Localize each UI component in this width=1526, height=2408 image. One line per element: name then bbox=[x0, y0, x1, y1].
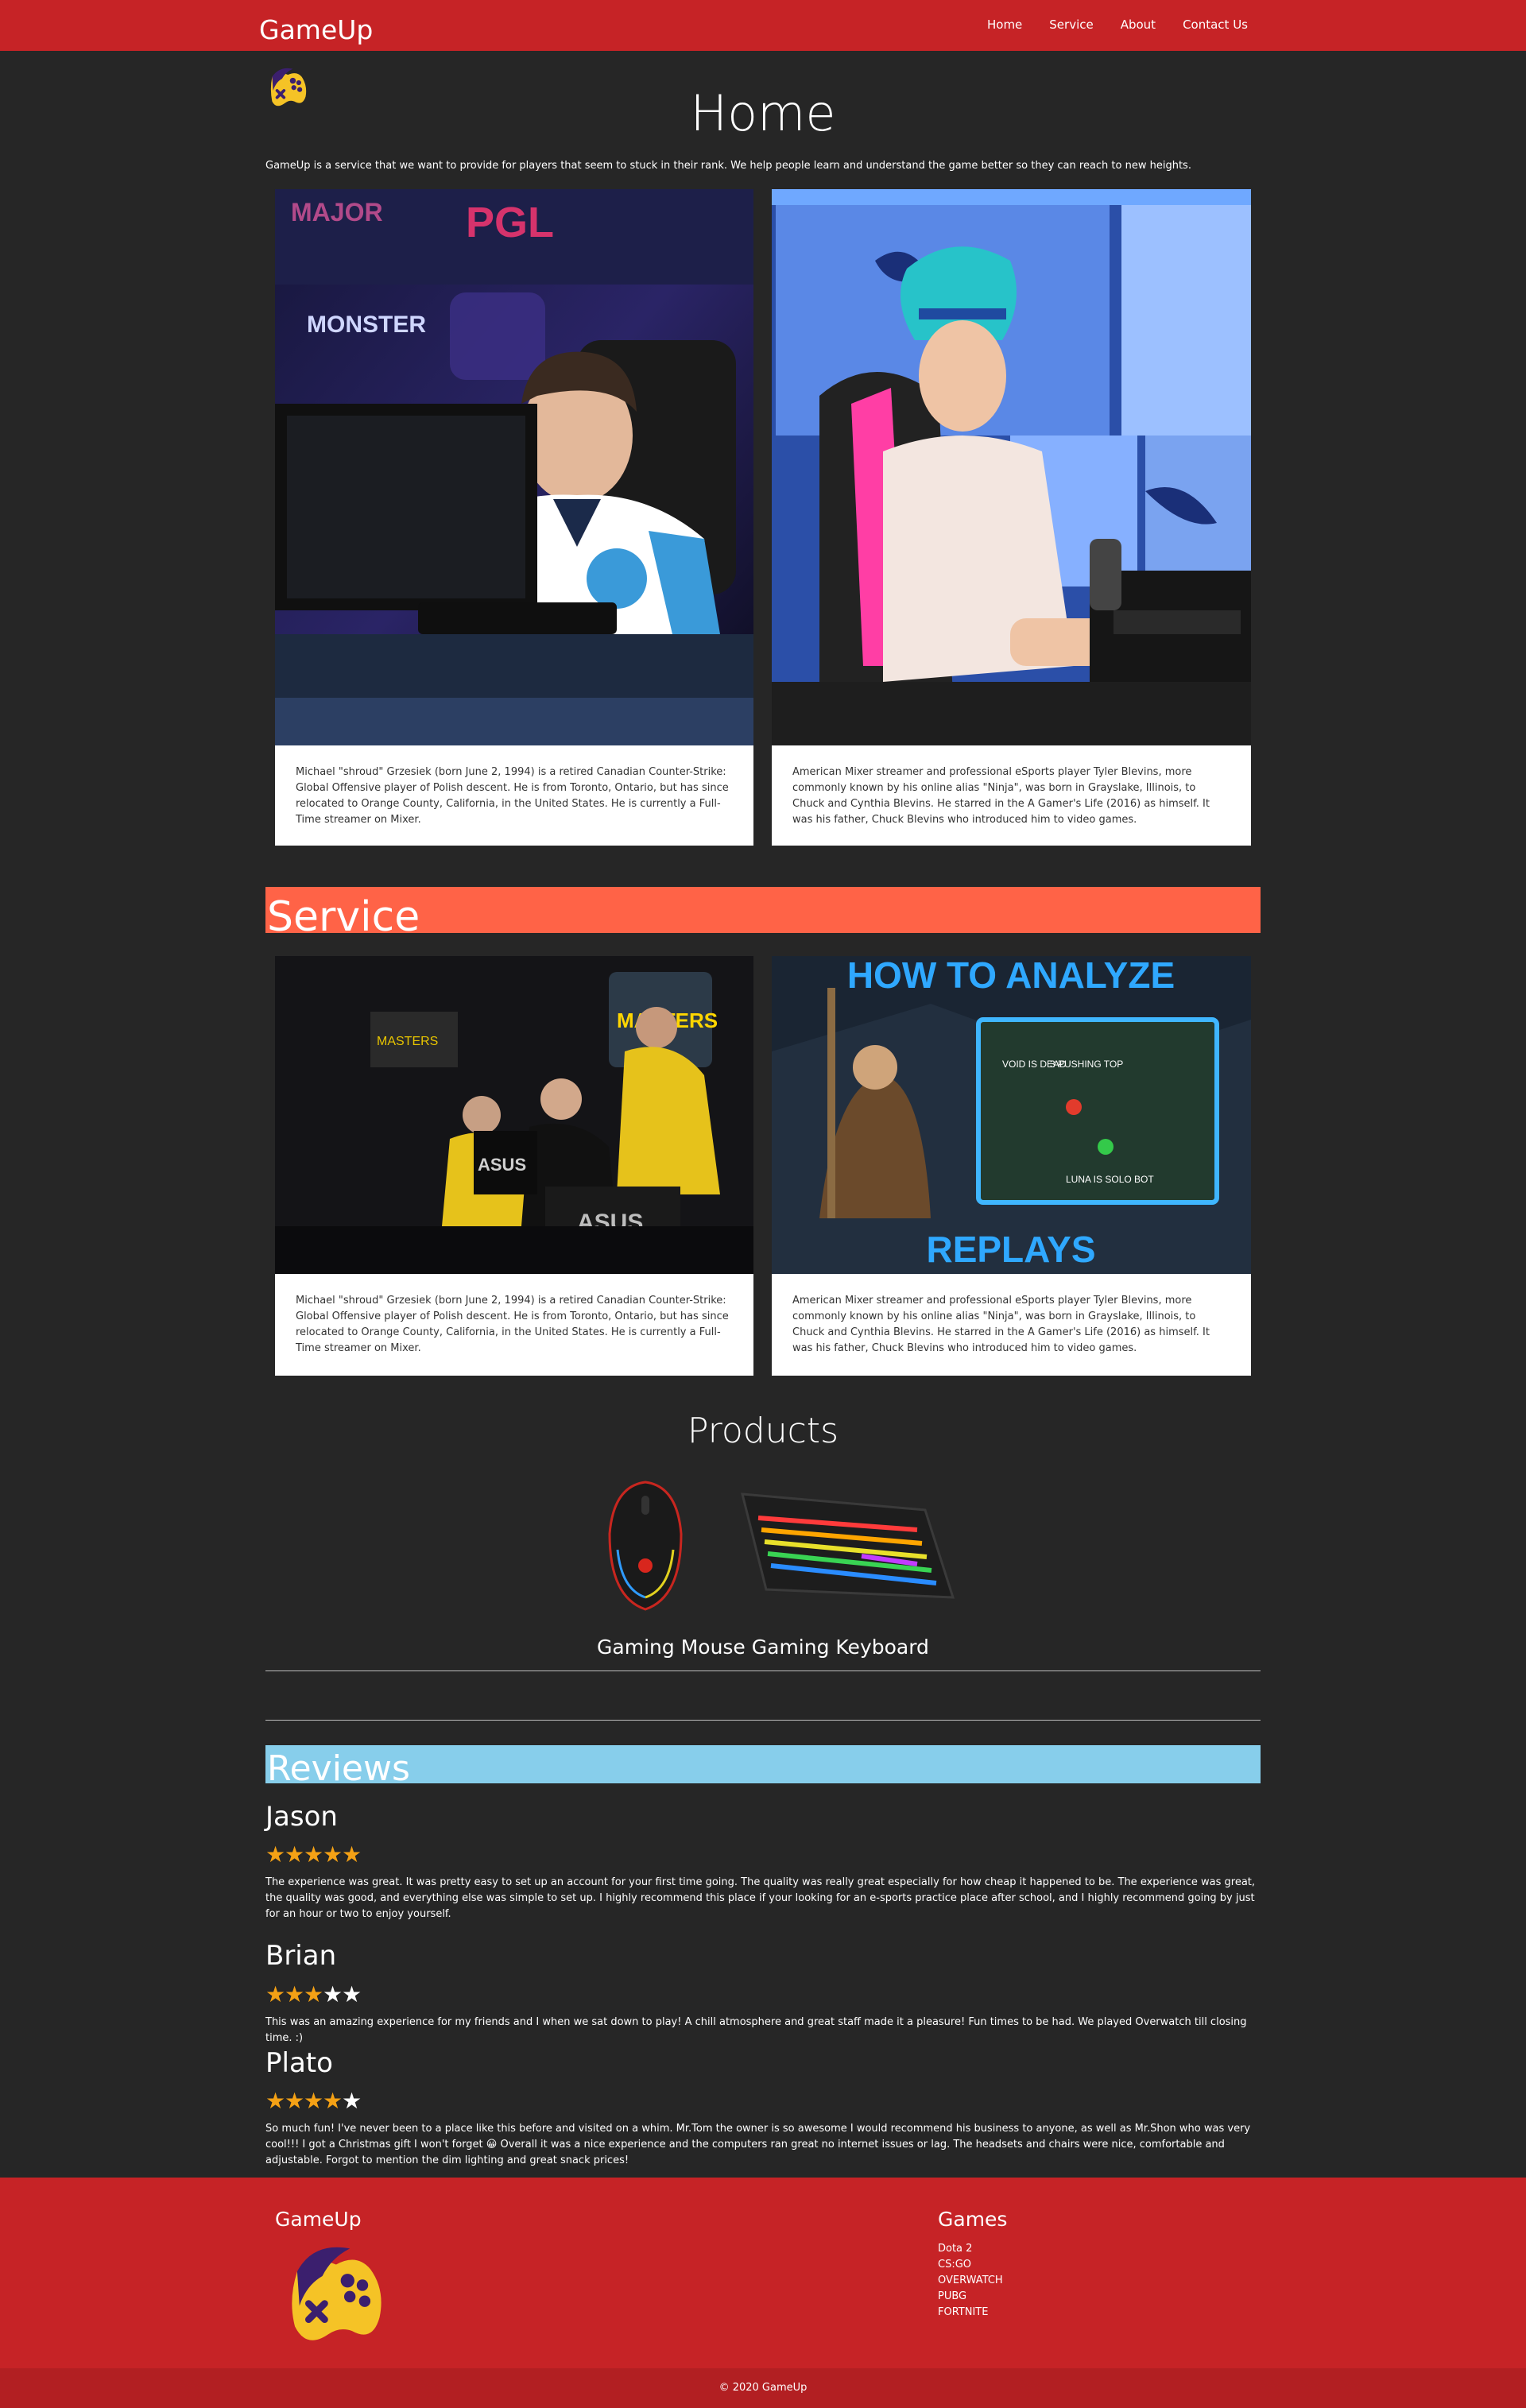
star-empty-icon: ★ bbox=[342, 2088, 362, 2114]
footer-game-link[interactable]: CS:GO bbox=[938, 2257, 1003, 2273]
ninja-description: American Mixer streamer and professional… bbox=[792, 766, 1210, 826]
svg-text:MAJOR: MAJOR bbox=[291, 198, 383, 226]
divider bbox=[265, 1720, 1261, 1721]
nav-about[interactable]: About bbox=[1121, 17, 1156, 32]
player-card-ninja: American Mixer streamer and professional… bbox=[772, 189, 1251, 846]
home-intro: GameUp is a service that we want to prov… bbox=[265, 160, 1191, 172]
service-card-2-description: American Mixer streamer and professional… bbox=[792, 1295, 1210, 1354]
star-filled-icon: ★ bbox=[304, 1981, 324, 2007]
svg-text:MONSTER: MONSTER bbox=[307, 312, 426, 338]
star-filled-icon: ★ bbox=[342, 1841, 362, 1868]
nav-service[interactable]: Service bbox=[1049, 17, 1093, 32]
home-title: Home bbox=[690, 84, 836, 142]
svg-text:PGL: PGL bbox=[466, 199, 554, 246]
star-rating: ★ ★ ★ ★ ★ bbox=[265, 1981, 362, 2007]
star-filled-icon: ★ bbox=[285, 1841, 305, 1868]
star-filled-icon: ★ bbox=[323, 2088, 343, 2114]
gaming-mouse-image[interactable] bbox=[602, 1478, 689, 1613]
star-filled-icon: ★ bbox=[304, 1841, 324, 1868]
star-filled-icon: ★ bbox=[285, 1981, 305, 2007]
star-empty-icon: ★ bbox=[323, 1981, 343, 2007]
star-filled-icon: ★ bbox=[265, 1841, 286, 1868]
service-card-replays: HOW TO ANALYZE VOID IS DEAD 3 PUSHING TO… bbox=[772, 956, 1251, 1376]
shroud-photo: MAJOR PGL MONSTER bbox=[275, 189, 753, 745]
footer-brand[interactable]: GameUp bbox=[275, 2208, 362, 2231]
svg-text:MASTERS: MASTERS bbox=[377, 1035, 438, 1048]
star-filled-icon: ★ bbox=[265, 2088, 286, 2114]
top-navbar: GameUp Home Service About Contact Us bbox=[0, 0, 1526, 51]
thumbnail-bottom-text: REPLAYS bbox=[926, 1229, 1095, 1270]
copyright: © 2020 GameUp bbox=[0, 2368, 1526, 2408]
footer-game-link[interactable]: FORTNITE bbox=[938, 2305, 1003, 2321]
gaming-keyboard-image[interactable] bbox=[734, 1486, 957, 1605]
footer-games-title: Games bbox=[938, 2208, 1008, 2231]
thumbnail-top-text: HOW TO ANALYZE bbox=[847, 956, 1175, 996]
reviews-section-header: Reviews bbox=[265, 1745, 1261, 1787]
thumbnail-label-pushing: 3 PUSHING TOP bbox=[1050, 1059, 1123, 1070]
review-author: Plato bbox=[265, 2047, 333, 2079]
service-card-1-description: Michael "shroud" Grzesiek (born June 2, … bbox=[296, 1295, 729, 1354]
reviews-title: Reviews bbox=[267, 1748, 410, 1789]
star-empty-icon: ★ bbox=[342, 1981, 362, 2007]
gamepad-logo-icon bbox=[292, 2247, 382, 2340]
review-text: So much fun! I've never been to a place … bbox=[265, 2123, 1251, 2166]
nav-home[interactable]: Home bbox=[987, 17, 1022, 32]
star-filled-icon: ★ bbox=[304, 2088, 324, 2114]
footer-game-link[interactable]: PUBG bbox=[938, 2289, 1003, 2305]
footer-game-link[interactable]: Dota 2 bbox=[938, 2241, 1003, 2257]
service-title: Service bbox=[267, 893, 420, 941]
star-filled-icon: ★ bbox=[285, 2088, 305, 2114]
service-card-team: MASTERS MASTERS ASUS ASUS Michael "shrou… bbox=[275, 956, 753, 1376]
footer: GameUp Games Dota 2 CS:GO OVERWATCH PUBG… bbox=[0, 2178, 1526, 2368]
footer-game-link[interactable]: OVERWATCH bbox=[938, 2273, 1003, 2289]
analyze-replays-thumbnail: HOW TO ANALYZE VOID IS DEAD 3 PUSHING TO… bbox=[772, 956, 1251, 1274]
review-author: Jason bbox=[265, 1801, 338, 1833]
footer-games-list: Dota 2 CS:GO OVERWATCH PUBG FORTNITE bbox=[938, 2241, 1003, 2321]
star-filled-icon: ★ bbox=[265, 1981, 286, 2007]
nav-contact-us[interactable]: Contact Us bbox=[1183, 17, 1248, 32]
shroud-description: Michael "shroud" Grzesiek (born June 2, … bbox=[296, 766, 729, 826]
star-filled-icon: ★ bbox=[323, 1841, 343, 1868]
svg-text:ASUS: ASUS bbox=[478, 1155, 526, 1175]
review-text: This was an amazing experience for my fr… bbox=[265, 2016, 1247, 2044]
review-author: Brian bbox=[265, 1940, 337, 1972]
player-card-shroud: MAJOR PGL MONSTER Michael "shroud" Grzes… bbox=[275, 189, 753, 846]
products-caption: Gaming Mouse Gaming Keyboard bbox=[597, 1636, 929, 1659]
team-photo: MASTERS MASTERS ASUS ASUS bbox=[275, 956, 753, 1274]
thumbnail-label-luna: LUNA IS SOLO BOT bbox=[1066, 1174, 1154, 1185]
review-text: The experience was great. It was pretty … bbox=[265, 1876, 1256, 1920]
brand-name[interactable]: GameUp bbox=[259, 14, 373, 45]
products-title: Products bbox=[687, 1411, 839, 1451]
star-rating: ★ ★ ★ ★ ★ bbox=[265, 1841, 362, 1868]
service-section-header: Service bbox=[265, 887, 1261, 938]
ninja-photo bbox=[772, 189, 1251, 745]
star-rating: ★ ★ ★ ★ ★ bbox=[265, 2088, 362, 2114]
main-nav: Home Service About Contact Us bbox=[987, 17, 1248, 32]
